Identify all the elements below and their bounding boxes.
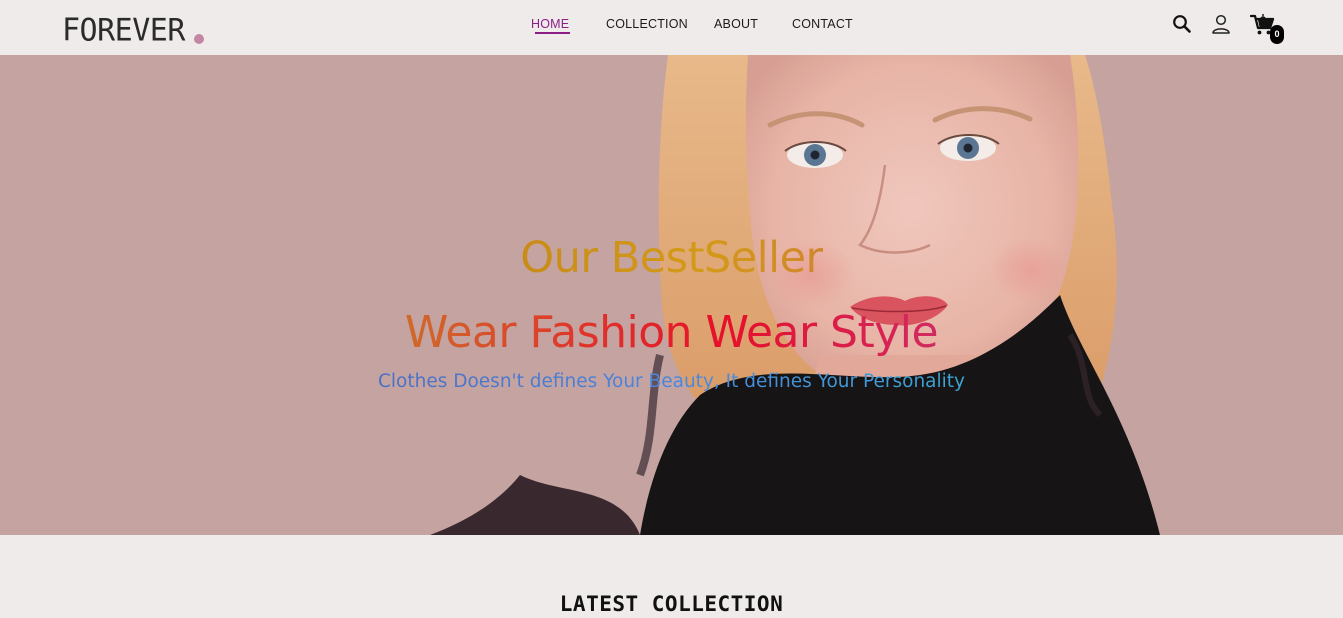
- search-icon[interactable]: [1171, 13, 1193, 35]
- site-header: FOREVER HOME COLLECTION ABOUT CONTACT 0: [0, 0, 1343, 55]
- nav-about[interactable]: ABOUT: [714, 16, 758, 32]
- user-icon[interactable]: [1210, 13, 1232, 35]
- nav-collection[interactable]: COLLECTION: [606, 16, 688, 32]
- nav-contact[interactable]: CONTACT: [792, 16, 853, 32]
- cart-count-badge: 0: [1270, 25, 1284, 44]
- nav-home[interactable]: HOME: [531, 16, 569, 32]
- hero-banner: Our BestSeller Wear Fashion Wear Style C…: [0, 55, 1343, 535]
- hero-subheadline: Clothes Doesn't defines Your Beauty, It …: [377, 371, 965, 392]
- nav-active-underline: [535, 32, 570, 34]
- brand-logo[interactable]: FOREVER: [62, 12, 185, 50]
- logo-dot: [194, 34, 204, 44]
- latest-collection-title: LATEST COLLECTION: [559, 592, 784, 616]
- hero-headline-small: Our BestSeller: [520, 233, 823, 283]
- hero-model-image: [430, 55, 1160, 535]
- hero-headline-large: Wear Fashion Wear Style: [404, 307, 939, 358]
